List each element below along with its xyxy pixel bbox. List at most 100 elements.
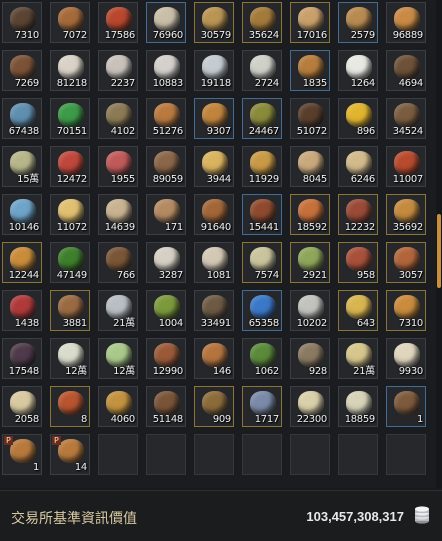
inventory-slot[interactable]: 15441	[242, 194, 282, 235]
inventory-slot[interactable]: 928	[290, 338, 330, 379]
empty-slot[interactable]	[386, 434, 426, 475]
inventory-slot[interactable]: 81218	[50, 50, 90, 91]
inventory-slot[interactable]: 12萬	[50, 338, 90, 379]
inventory-slot[interactable]: 24467	[242, 98, 282, 139]
inventory-slot[interactable]: 909	[194, 386, 234, 427]
inventory-slot[interactable]: P 14	[50, 434, 90, 475]
inventory-slot[interactable]: 4694	[386, 50, 426, 91]
inventory-slot[interactable]: 4102	[98, 98, 138, 139]
inventory-slot[interactable]: 51072	[290, 98, 330, 139]
inventory-slot[interactable]: 35624	[242, 2, 282, 43]
empty-slot[interactable]	[290, 434, 330, 475]
inventory-slot[interactable]: 91640	[194, 194, 234, 235]
inventory-slot[interactable]: 33491	[194, 290, 234, 331]
inventory-slot[interactable]: 17548	[2, 338, 42, 379]
inventory-slot[interactable]: 1955	[98, 146, 138, 187]
inventory-slot[interactable]: 67438	[2, 98, 42, 139]
pasta-dish-icon	[298, 7, 324, 31]
inventory-slot[interactable]: 1081	[194, 242, 234, 283]
inventory-slot[interactable]: P1	[2, 434, 42, 475]
inventory-slot[interactable]: 10202	[290, 290, 330, 331]
inventory-slot[interactable]: 4060	[98, 386, 138, 427]
empty-slot[interactable]	[338, 434, 378, 475]
cheese-icon	[202, 151, 228, 175]
item-quantity: 909	[212, 414, 231, 425]
inventory-slot[interactable]: 12萬	[98, 338, 138, 379]
inventory-slot[interactable]: 12244	[2, 242, 42, 283]
inventory-slot[interactable]: 2579	[338, 2, 378, 43]
inventory-slot[interactable]: 3944	[194, 146, 234, 187]
inventory-slot[interactable]: 9307	[194, 98, 234, 139]
inventory-slot[interactable]: 35692	[386, 194, 426, 235]
inventory-slot[interactable]: 6246	[338, 146, 378, 187]
inventory-slot[interactable]: 65358	[242, 290, 282, 331]
inventory-slot[interactable]: 14639	[98, 194, 138, 235]
inventory-slot[interactable]: 18592	[290, 194, 330, 235]
inventory-slot[interactable]: 7269	[2, 50, 42, 91]
scrollbar-thumb[interactable]	[437, 214, 441, 288]
inventory-slot[interactable]: 76960	[146, 2, 186, 43]
inventory-slot[interactable]: 34524	[386, 98, 426, 139]
inventory-slot[interactable]: 2724	[242, 50, 282, 91]
inventory-slot[interactable]: 3287	[146, 242, 186, 283]
inventory-slot[interactable]: 11072	[50, 194, 90, 235]
inventory-slot[interactable]: 89059	[146, 146, 186, 187]
inventory-slot[interactable]: 51148	[146, 386, 186, 427]
inventory-slot[interactable]: 2058	[2, 386, 42, 427]
inventory-slot[interactable]: 10883	[146, 50, 186, 91]
inventory-slot[interactable]: 7310	[2, 2, 42, 43]
inventory-slot[interactable]: 15萬	[2, 146, 42, 187]
item-quantity: 1955	[110, 174, 136, 185]
inventory-slot[interactable]: 9930	[386, 338, 426, 379]
inventory-slot[interactable]: 12232	[338, 194, 378, 235]
inventory-slot[interactable]: 21萬	[98, 290, 138, 331]
empty-slot[interactable]	[194, 434, 234, 475]
cocktail-glass-icon	[202, 55, 228, 79]
inventory-slot[interactable]: 11007	[386, 146, 426, 187]
inventory-slot[interactable]: 21萬	[338, 338, 378, 379]
inventory-slot[interactable]: 958	[338, 242, 378, 283]
inventory-slot[interactable]: 3057	[386, 242, 426, 283]
inventory-slot[interactable]: 19118	[194, 50, 234, 91]
inventory-slot[interactable]: 1835	[290, 50, 330, 91]
inventory-slot[interactable]: 1264	[338, 50, 378, 91]
inventory-slot[interactable]: 47149	[50, 242, 90, 283]
fish-icon	[106, 295, 132, 319]
inventory-slot[interactable]: 171	[146, 194, 186, 235]
inventory-slot[interactable]: 7310	[386, 290, 426, 331]
empty-slot[interactable]	[242, 434, 282, 475]
inventory-slot[interactable]: 11929	[242, 146, 282, 187]
inventory-slot[interactable]: 1062	[242, 338, 282, 379]
bread-bowl-icon	[298, 151, 324, 175]
inventory-slot[interactable]: 8	[50, 386, 90, 427]
fish-plate-icon	[154, 199, 180, 223]
inventory-slot[interactable]: 146	[194, 338, 234, 379]
empty-slot[interactable]	[98, 434, 138, 475]
inventory-slot[interactable]: 7574	[242, 242, 282, 283]
inventory-slot[interactable]: 30579	[194, 2, 234, 43]
inventory-slot[interactable]: 3881	[50, 290, 90, 331]
empty-slot[interactable]	[146, 434, 186, 475]
inventory-slot[interactable]: 1004	[146, 290, 186, 331]
inventory-slot[interactable]: 2921	[290, 242, 330, 283]
inventory-slot[interactable]: 643	[338, 290, 378, 331]
inventory-slot[interactable]: 1717	[242, 386, 282, 427]
inventory-slot[interactable]: 8045	[290, 146, 330, 187]
inventory-slot[interactable]: 12472	[50, 146, 90, 187]
inventory-slot[interactable]: 22300	[290, 386, 330, 427]
inventory-slot[interactable]: 18859	[338, 386, 378, 427]
inventory-slot[interactable]: 10146	[2, 194, 42, 235]
inventory-slot[interactable]: 12990	[146, 338, 186, 379]
inventory-slot[interactable]: 896	[338, 98, 378, 139]
inventory-slot[interactable]: 17016	[290, 2, 330, 43]
inventory-slot[interactable]: 70151	[50, 98, 90, 139]
inventory-slot[interactable]: 766	[98, 242, 138, 283]
inventory-slot[interactable]: 7072	[50, 2, 90, 43]
inventory-slot[interactable]: 17586	[98, 2, 138, 43]
inventory-slot[interactable]: 96889	[386, 2, 426, 43]
inventory-slot[interactable]: 1	[386, 386, 426, 427]
item-quantity: 4102	[110, 126, 136, 137]
inventory-slot[interactable]: 51276	[146, 98, 186, 139]
inventory-slot[interactable]: 1438	[2, 290, 42, 331]
inventory-slot[interactable]: 2237	[98, 50, 138, 91]
